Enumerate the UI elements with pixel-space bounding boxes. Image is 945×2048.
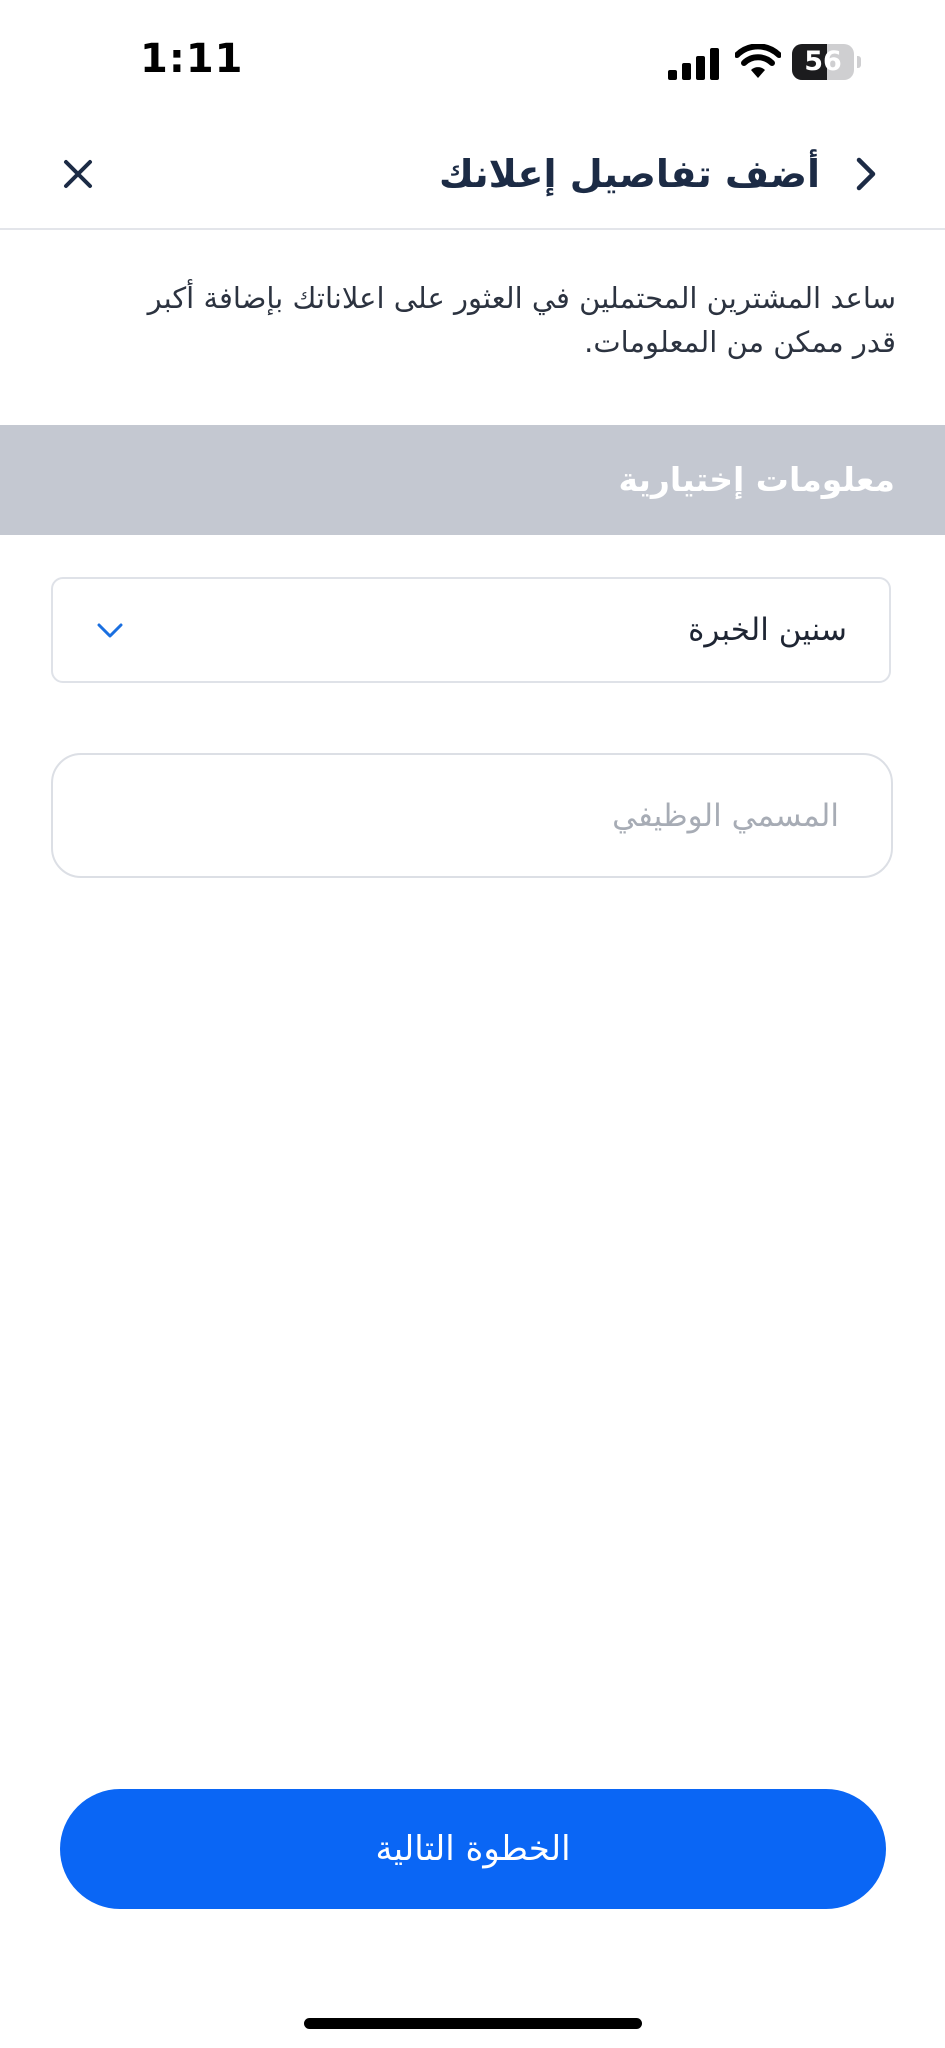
- battery-icon: 56: [792, 44, 862, 80]
- experience-years-label: سنين الخبرة: [688, 612, 847, 648]
- experience-years-dropdown[interactable]: سنين الخبرة: [51, 577, 891, 683]
- signal-icon: [668, 48, 719, 80]
- battery-body: 56: [792, 44, 854, 80]
- close-icon[interactable]: [58, 154, 98, 194]
- status-bar: 1:11 56: [0, 0, 945, 120]
- job-title-input[interactable]: [51, 753, 893, 878]
- battery-level: 56: [804, 46, 842, 77]
- header: أضف تفاصيل إعلانك: [0, 120, 945, 230]
- page-description: ساعد المشترين المحتملين في العثور على اع…: [147, 281, 896, 359]
- battery-tip: [857, 56, 861, 68]
- status-time: 1:11: [140, 36, 244, 82]
- section-title: معلومات إختيارية: [618, 460, 895, 499]
- home-indicator[interactable]: [304, 2018, 642, 2029]
- next-step-button[interactable]: الخطوة التالية: [60, 1789, 886, 1909]
- page-title: أضف تفاصيل إعلانك: [439, 152, 820, 196]
- chevron-right-icon[interactable]: [846, 154, 886, 194]
- section-header: معلومات إختيارية: [0, 425, 945, 535]
- chevron-down-icon: [97, 623, 123, 638]
- wifi-icon: [735, 44, 781, 78]
